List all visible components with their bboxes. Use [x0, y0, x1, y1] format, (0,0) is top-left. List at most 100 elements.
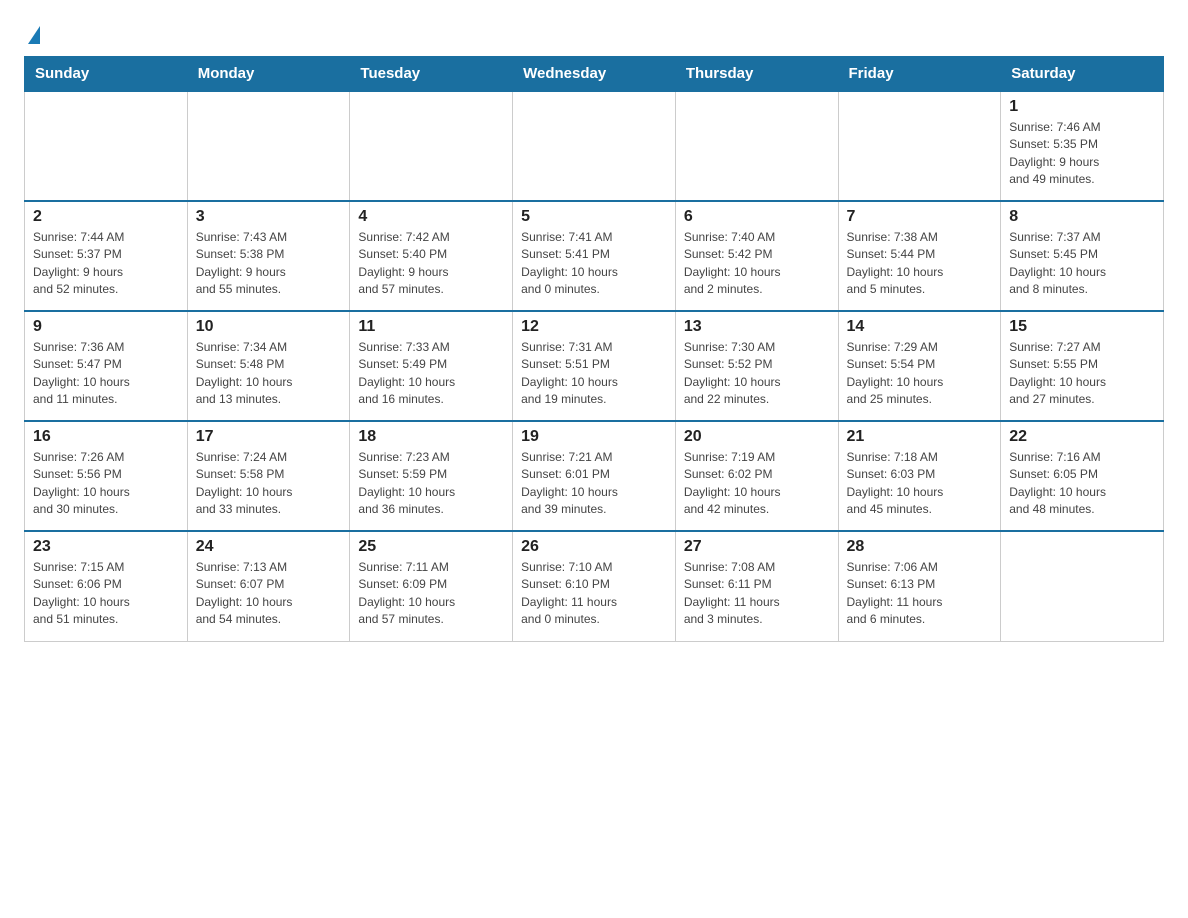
day-number: 14 [847, 318, 993, 336]
calendar-week-row: 23 Sunrise: 7:15 AMSunset: 6:06 PMDayligh… [25, 531, 1164, 641]
day-info: Sunrise: 7:37 AMSunset: 5:45 PMDaylight:… [1009, 229, 1155, 299]
table-row: 11 Sunrise: 7:33 AMSunset: 5:49 PMDayligh… [350, 311, 513, 421]
day-info: Sunrise: 7:15 AMSunset: 6:06 PMDaylight:… [33, 559, 179, 629]
table-row [675, 91, 838, 201]
table-row: 4 Sunrise: 7:42 AMSunset: 5:40 PMDaylight… [350, 201, 513, 311]
table-row: 25 Sunrise: 7:11 AMSunset: 6:09 PMDayligh… [350, 531, 513, 641]
day-info: Sunrise: 7:40 AMSunset: 5:42 PMDaylight:… [684, 229, 830, 299]
table-row: 28 Sunrise: 7:06 AMSunset: 6:13 PMDayligh… [838, 531, 1001, 641]
day-info: Sunrise: 7:27 AMSunset: 5:55 PMDaylight:… [1009, 339, 1155, 409]
day-number: 18 [358, 428, 504, 446]
day-info: Sunrise: 7:34 AMSunset: 5:48 PMDaylight:… [196, 339, 342, 409]
logo [24, 24, 40, 40]
day-number: 23 [33, 538, 179, 556]
day-number: 26 [521, 538, 667, 556]
calendar-week-row: 16 Sunrise: 7:26 AMSunset: 5:56 PMDayligh… [25, 421, 1164, 531]
table-row: 19 Sunrise: 7:21 AMSunset: 6:01 PMDayligh… [513, 421, 676, 531]
day-info: Sunrise: 7:10 AMSunset: 6:10 PMDaylight:… [521, 559, 667, 629]
table-row: 20 Sunrise: 7:19 AMSunset: 6:02 PMDayligh… [675, 421, 838, 531]
day-number: 15 [1009, 318, 1155, 336]
day-number: 12 [521, 318, 667, 336]
day-number: 27 [684, 538, 830, 556]
day-number: 28 [847, 538, 993, 556]
table-row [25, 91, 188, 201]
day-number: 1 [1009, 98, 1155, 116]
day-info: Sunrise: 7:42 AMSunset: 5:40 PMDaylight:… [358, 229, 504, 299]
day-number: 22 [1009, 428, 1155, 446]
day-info: Sunrise: 7:33 AMSunset: 5:49 PMDaylight:… [358, 339, 504, 409]
day-number: 10 [196, 318, 342, 336]
day-info: Sunrise: 7:23 AMSunset: 5:59 PMDaylight:… [358, 449, 504, 519]
day-number: 13 [684, 318, 830, 336]
table-row: 8 Sunrise: 7:37 AMSunset: 5:45 PMDaylight… [1001, 201, 1164, 311]
col-thursday: Thursday [675, 57, 838, 92]
table-row: 22 Sunrise: 7:16 AMSunset: 6:05 PMDayligh… [1001, 421, 1164, 531]
day-info: Sunrise: 7:21 AMSunset: 6:01 PMDaylight:… [521, 449, 667, 519]
day-info: Sunrise: 7:41 AMSunset: 5:41 PMDaylight:… [521, 229, 667, 299]
table-row [187, 91, 350, 201]
day-number: 8 [1009, 208, 1155, 226]
table-row: 5Sunrise: 7:41 AMSunset: 5:41 PMDaylight… [513, 201, 676, 311]
day-info: Sunrise: 7:11 AMSunset: 6:09 PMDaylight:… [358, 559, 504, 629]
day-info: Sunrise: 7:44 AMSunset: 5:37 PMDaylight:… [33, 229, 179, 299]
col-friday: Friday [838, 57, 1001, 92]
day-number: 20 [684, 428, 830, 446]
table-row: 17 Sunrise: 7:24 AMSunset: 5:58 PMDayligh… [187, 421, 350, 531]
calendar-week-row: 1 Sunrise: 7:46 AMSunset: 5:35 PMDaylight… [25, 91, 1164, 201]
table-row: 21Sunrise: 7:18 AMSunset: 6:03 PMDayligh… [838, 421, 1001, 531]
day-number: 2 [33, 208, 179, 226]
day-info: Sunrise: 7:24 AMSunset: 5:58 PMDaylight:… [196, 449, 342, 519]
table-row: 24 Sunrise: 7:13 AMSunset: 6:07 PMDayligh… [187, 531, 350, 641]
day-number: 21 [847, 428, 993, 446]
day-info: Sunrise: 7:08 AMSunset: 6:11 PMDaylight:… [684, 559, 830, 629]
table-row: 3Sunrise: 7:43 AMSunset: 5:38 PMDaylight… [187, 201, 350, 311]
table-row: 26 Sunrise: 7:10 AMSunset: 6:10 PMDayligh… [513, 531, 676, 641]
day-info: Sunrise: 7:29 AMSunset: 5:54 PMDaylight:… [847, 339, 993, 409]
day-info: Sunrise: 7:36 AMSunset: 5:47 PMDaylight:… [33, 339, 179, 409]
day-info: Sunrise: 7:30 AMSunset: 5:52 PMDaylight:… [684, 339, 830, 409]
day-info: Sunrise: 7:31 AMSunset: 5:51 PMDaylight:… [521, 339, 667, 409]
logo-triangle-icon [28, 26, 40, 44]
table-row: 16 Sunrise: 7:26 AMSunset: 5:56 PMDayligh… [25, 421, 188, 531]
table-row: 12 Sunrise: 7:31 AMSunset: 5:51 PMDayligh… [513, 311, 676, 421]
day-info: Sunrise: 7:43 AMSunset: 5:38 PMDaylight:… [196, 229, 342, 299]
day-number: 7 [847, 208, 993, 226]
day-number: 19 [521, 428, 667, 446]
calendar-week-row: 2 Sunrise: 7:44 AMSunset: 5:37 PMDaylight… [25, 201, 1164, 311]
table-row: 14 Sunrise: 7:29 AMSunset: 5:54 PMDayligh… [838, 311, 1001, 421]
day-number: 17 [196, 428, 342, 446]
table-row: 7 Sunrise: 7:38 AMSunset: 5:44 PMDaylight… [838, 201, 1001, 311]
day-info: Sunrise: 7:26 AMSunset: 5:56 PMDaylight:… [33, 449, 179, 519]
table-row: 13 Sunrise: 7:30 AMSunset: 5:52 PMDayligh… [675, 311, 838, 421]
table-row: 23 Sunrise: 7:15 AMSunset: 6:06 PMDayligh… [25, 531, 188, 641]
day-number: 4 [358, 208, 504, 226]
day-number: 11 [358, 318, 504, 336]
table-row: 18 Sunrise: 7:23 AMSunset: 5:59 PMDayligh… [350, 421, 513, 531]
day-number: 24 [196, 538, 342, 556]
table-row: 6Sunrise: 7:40 AMSunset: 5:42 PMDaylight… [675, 201, 838, 311]
day-info: Sunrise: 7:19 AMSunset: 6:02 PMDaylight:… [684, 449, 830, 519]
day-number: 9 [33, 318, 179, 336]
table-row: 9 Sunrise: 7:36 AMSunset: 5:47 PMDaylight… [25, 311, 188, 421]
day-info: Sunrise: 7:46 AMSunset: 5:35 PMDaylight:… [1009, 119, 1155, 189]
table-row: 15 Sunrise: 7:27 AMSunset: 5:55 PMDayligh… [1001, 311, 1164, 421]
col-wednesday: Wednesday [513, 57, 676, 92]
day-number: 25 [358, 538, 504, 556]
col-saturday: Saturday [1001, 57, 1164, 92]
table-row: 27 Sunrise: 7:08 AMSunset: 6:11 PMDayligh… [675, 531, 838, 641]
calendar-table: Sunday Monday Tuesday Wednesday Thursday… [24, 56, 1164, 642]
day-info: Sunrise: 7:06 AMSunset: 6:13 PMDaylight:… [847, 559, 993, 629]
table-row: 10 Sunrise: 7:34 AMSunset: 5:48 PMDayligh… [187, 311, 350, 421]
col-monday: Monday [187, 57, 350, 92]
calendar-header-row: Sunday Monday Tuesday Wednesday Thursday… [25, 57, 1164, 92]
page-header [24, 24, 1164, 40]
table-row: 2 Sunrise: 7:44 AMSunset: 5:37 PMDaylight… [25, 201, 188, 311]
day-info: Sunrise: 7:38 AMSunset: 5:44 PMDaylight:… [847, 229, 993, 299]
calendar-week-row: 9 Sunrise: 7:36 AMSunset: 5:47 PMDaylight… [25, 311, 1164, 421]
col-tuesday: Tuesday [350, 57, 513, 92]
day-info: Sunrise: 7:16 AMSunset: 6:05 PMDaylight:… [1009, 449, 1155, 519]
table-row [513, 91, 676, 201]
day-number: 16 [33, 428, 179, 446]
table-row [1001, 531, 1164, 641]
day-info: Sunrise: 7:13 AMSunset: 6:07 PMDaylight:… [196, 559, 342, 629]
